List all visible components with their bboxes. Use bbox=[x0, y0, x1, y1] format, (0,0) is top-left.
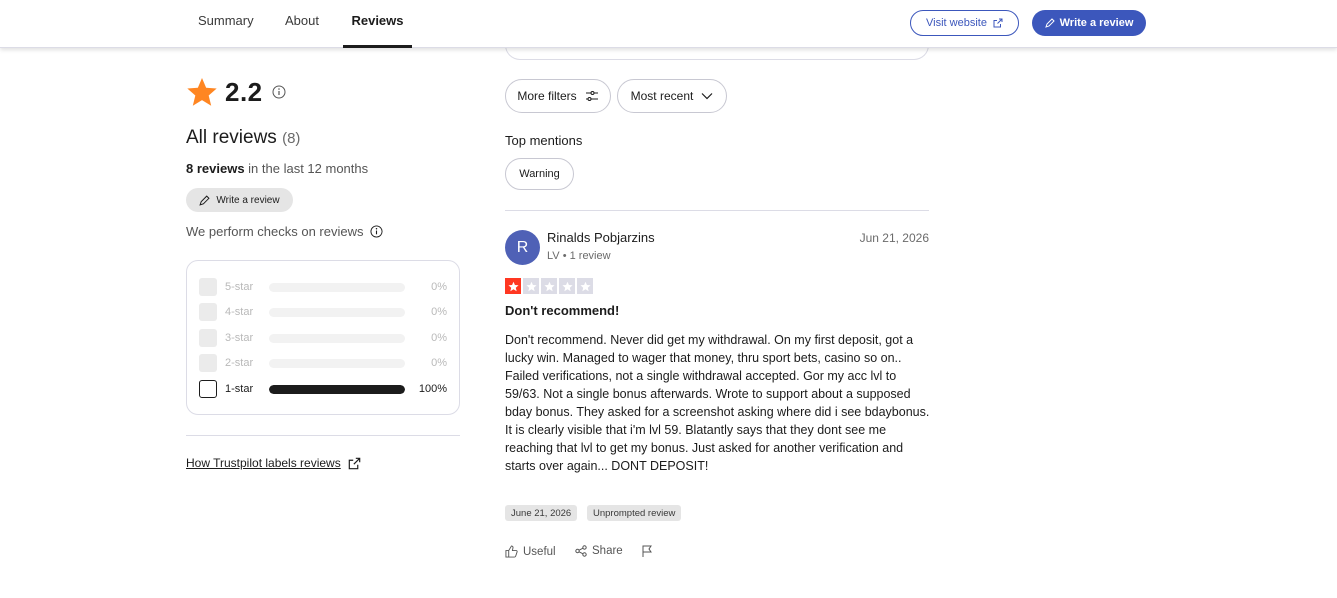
star-filter-percent: 0% bbox=[431, 332, 447, 344]
distribution-bar-fill bbox=[269, 384, 405, 394]
labels-link[interactable]: How Trustpilot labels reviews bbox=[186, 456, 361, 470]
report-button[interactable] bbox=[641, 545, 653, 558]
write-review-small-button[interactable]: Write a review bbox=[186, 188, 293, 212]
review-title[interactable]: Don't recommend! bbox=[505, 303, 619, 318]
star-filter-4[interactable]: 4-star 0% bbox=[199, 302, 449, 322]
sort-dropdown[interactable]: Most recent bbox=[617, 79, 727, 113]
tab-about[interactable]: About bbox=[285, 0, 319, 48]
divider bbox=[186, 435, 460, 436]
review-date: Jun 21, 2026 bbox=[859, 231, 929, 245]
checks-notice: We perform checks on reviews bbox=[186, 224, 383, 239]
external-link-icon bbox=[348, 457, 361, 469]
pencil-icon bbox=[199, 194, 211, 206]
labels-link-text: How Trustpilot labels reviews bbox=[186, 456, 341, 470]
reviews-period: 8 reviews in the last 12 months bbox=[186, 161, 368, 176]
reviewer-name[interactable]: Rinalds Pobjarzins bbox=[547, 230, 655, 245]
star-filter-2[interactable]: 2-star 0% bbox=[199, 353, 449, 373]
pencil-icon bbox=[1044, 18, 1055, 28]
star-filter-percent: 0% bbox=[431, 306, 447, 318]
visit-website-button[interactable]: Visit website bbox=[910, 10, 1019, 36]
star-filter-percent: 100% bbox=[418, 383, 447, 395]
tab-summary[interactable]: Summary bbox=[198, 0, 254, 48]
share-button[interactable]: Share bbox=[575, 545, 623, 557]
checkbox[interactable] bbox=[199, 329, 217, 347]
star-filter-label: 1-star bbox=[225, 383, 254, 395]
review-date-tag: June 21, 2026 bbox=[505, 505, 578, 521]
top-mentions-title: Top mentions bbox=[505, 133, 583, 148]
share-label: Share bbox=[592, 545, 623, 557]
mention-chip-warning[interactable]: Warning bbox=[505, 158, 574, 190]
useful-button[interactable]: Useful bbox=[505, 545, 556, 558]
reviews-count: 8 reviews bbox=[186, 161, 245, 176]
checkbox[interactable] bbox=[199, 380, 217, 398]
info-icon[interactable] bbox=[369, 225, 383, 238]
write-review-small-label: Write a review bbox=[216, 194, 280, 206]
star-filter-5[interactable]: 5-star 0% bbox=[199, 277, 449, 297]
star-icon bbox=[523, 278, 539, 294]
star-filter-percent: 0% bbox=[431, 357, 447, 369]
star-icon bbox=[505, 278, 521, 294]
checkbox[interactable] bbox=[199, 303, 217, 321]
review-body: Don't recommend. Never did get my withdr… bbox=[505, 333, 930, 473]
tab-reviews[interactable]: Reviews bbox=[343, 0, 412, 48]
reviews-period-text: in the last 12 months bbox=[244, 161, 369, 176]
flag-icon bbox=[642, 545, 652, 557]
external-link-icon bbox=[993, 18, 1003, 28]
star-filter-percent: 0% bbox=[431, 281, 447, 293]
rating-value: 2.2 bbox=[225, 76, 263, 107]
distribution-bar bbox=[269, 384, 405, 394]
chevron-down-icon bbox=[701, 93, 713, 100]
star-filter-1[interactable]: 1-star 100% bbox=[199, 379, 449, 399]
star-icon bbox=[187, 78, 217, 106]
top-nav: Summary About Reviews Visit website Writ… bbox=[0, 0, 1337, 48]
avatar[interactable]: R bbox=[505, 230, 540, 265]
unprompted-tag[interactable]: Unprompted review bbox=[587, 505, 682, 521]
star-filter-label: 4-star bbox=[225, 306, 254, 318]
review-star-rating bbox=[505, 278, 593, 294]
more-filters-label: More filters bbox=[517, 89, 577, 103]
distribution-bar bbox=[269, 307, 405, 317]
star-icon bbox=[577, 278, 593, 294]
rating-summary: 2.2 bbox=[186, 76, 286, 108]
all-reviews-heading: All reviews (8) bbox=[186, 127, 300, 149]
all-reviews-count: (8) bbox=[282, 130, 301, 147]
star-filter-label: 3-star bbox=[225, 332, 254, 344]
distribution-bar bbox=[269, 282, 405, 292]
all-reviews-label: All reviews bbox=[186, 127, 277, 148]
checkbox[interactable] bbox=[199, 278, 217, 296]
distribution-bar bbox=[269, 358, 405, 368]
star-filter-3[interactable]: 3-star 0% bbox=[199, 328, 449, 348]
useful-label: Useful bbox=[523, 545, 556, 558]
star-icon bbox=[559, 278, 575, 294]
info-icon[interactable] bbox=[272, 85, 286, 99]
sliders-icon bbox=[585, 91, 598, 101]
more-filters-button[interactable]: More filters bbox=[505, 79, 611, 113]
sort-label: Most recent bbox=[630, 89, 694, 103]
checks-text: We perform checks on reviews bbox=[186, 224, 364, 239]
star-filter-label: 5-star bbox=[225, 281, 254, 293]
rating-distribution: 5-star 0% 4-star 0% 3-star 0% 2-star 0% … bbox=[186, 260, 460, 415]
star-icon bbox=[541, 278, 557, 294]
star-filter-label: 2-star bbox=[225, 357, 254, 369]
visit-website-label: Visit website bbox=[926, 17, 987, 29]
distribution-bar bbox=[269, 333, 405, 343]
checkbox[interactable] bbox=[199, 354, 217, 372]
reviewer-meta: LV • 1 review bbox=[547, 250, 611, 262]
share-icon bbox=[575, 545, 587, 557]
write-review-label: Write a review bbox=[1059, 17, 1134, 29]
thumbs-up-icon bbox=[505, 545, 518, 558]
write-review-button[interactable]: Write a review bbox=[1032, 10, 1146, 36]
divider bbox=[505, 210, 929, 211]
